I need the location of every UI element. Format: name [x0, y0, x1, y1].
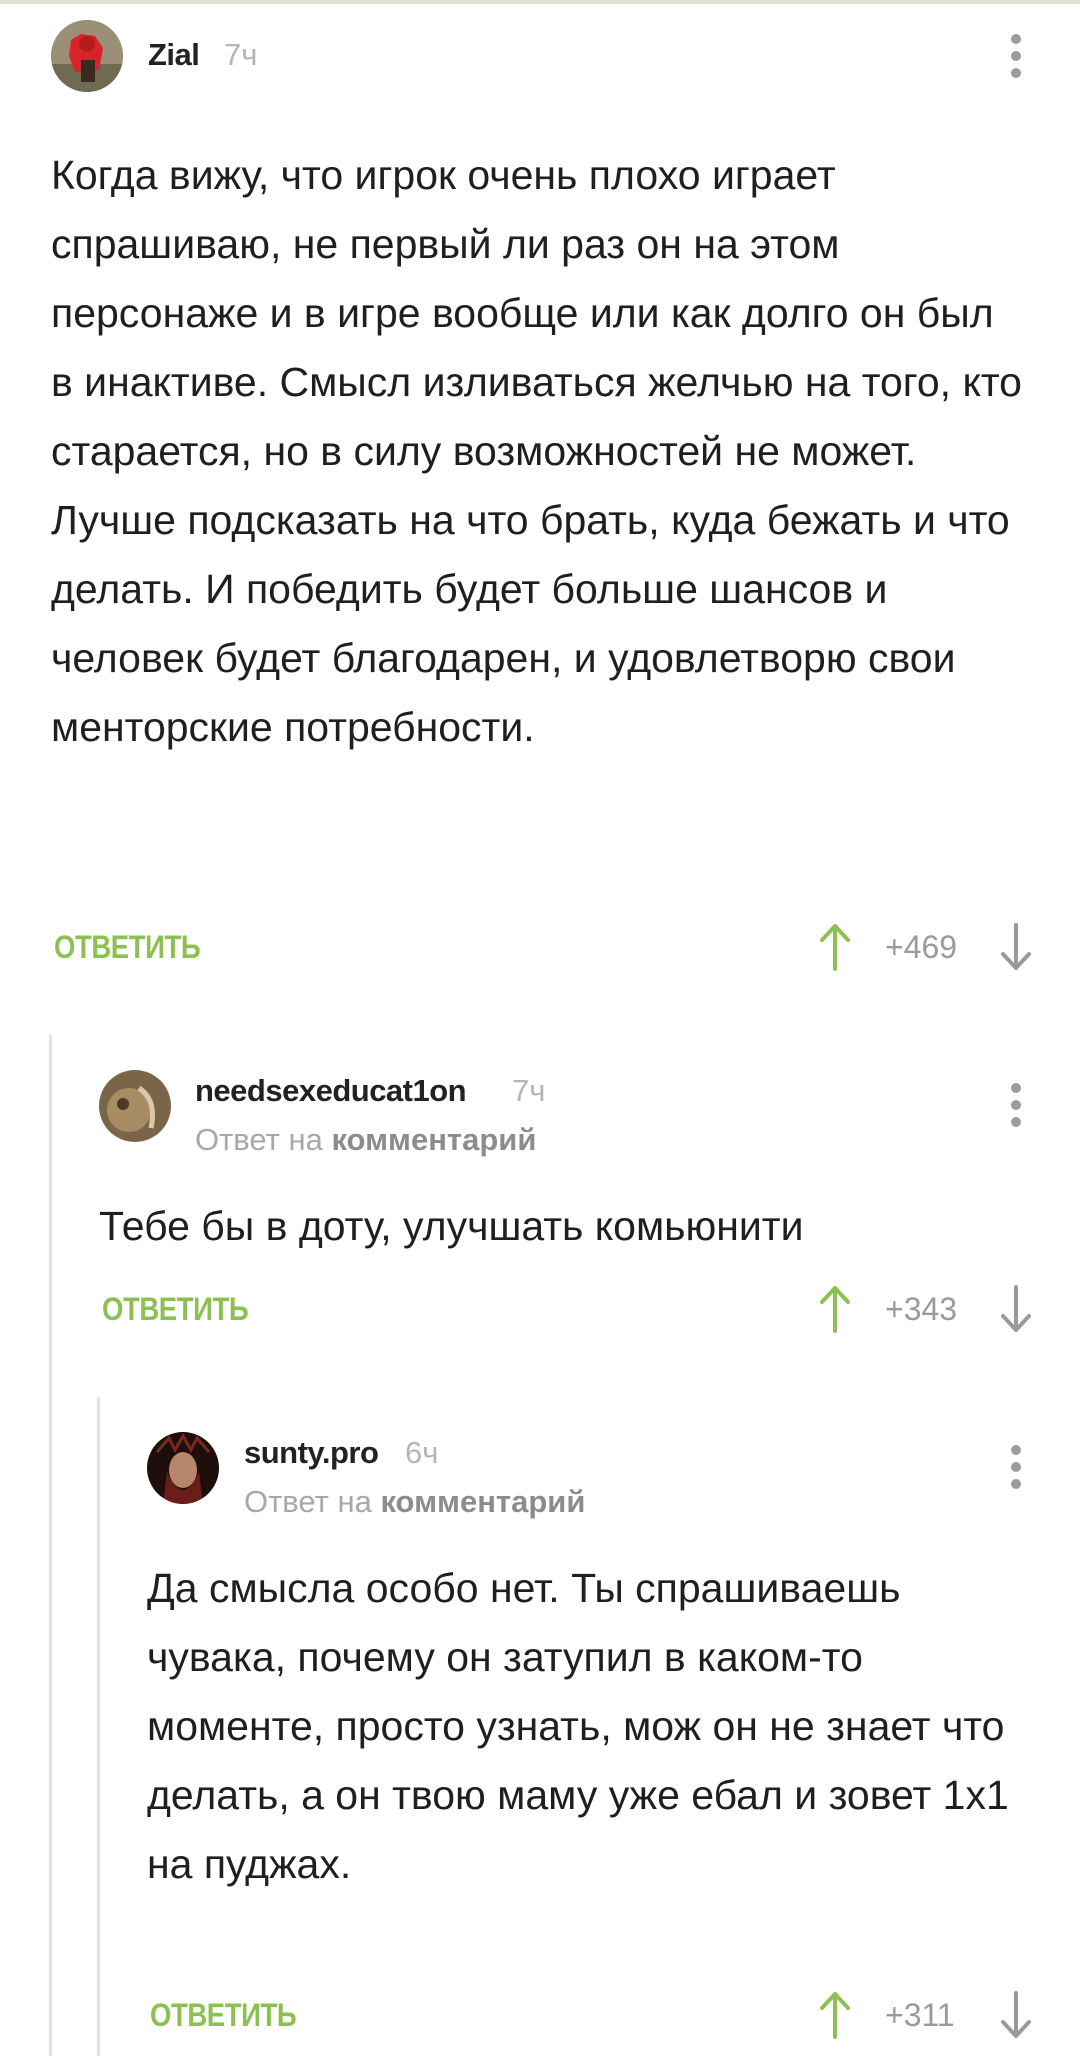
timestamp: 7ч: [224, 37, 258, 72]
kebab-menu-icon[interactable]: [1011, 34, 1023, 85]
username[interactable]: sunty.pro: [244, 1435, 379, 1471]
comment-text: Тебе бы в доту, улучшать комьюнити: [99, 1203, 804, 1249]
thread-line[interactable]: [49, 1035, 52, 2056]
reply-to: Ответ на комментарий: [244, 1484, 585, 1520]
upvote-arrow-icon[interactable]: [818, 923, 852, 971]
avatar[interactable]: [51, 20, 123, 92]
downvote-arrow-icon[interactable]: [999, 1285, 1033, 1333]
reply-button[interactable]: ОТВЕТИТЬ: [54, 929, 201, 966]
rating: +311: [885, 1997, 955, 2033]
reply-to-prefix: Ответ на: [244, 1484, 372, 1519]
reply-to-prefix: Ответ на: [195, 1122, 323, 1157]
reply-to-link[interactable]: комментарий: [331, 1122, 536, 1157]
reply-to: Ответ на комментарий: [195, 1122, 536, 1158]
kebab-menu-icon[interactable]: [1011, 1445, 1023, 1496]
avatar[interactable]: [147, 1432, 219, 1504]
rating: +343: [885, 1291, 958, 1327]
downvote-arrow-icon[interactable]: [999, 1991, 1033, 2039]
avatar[interactable]: [99, 1070, 171, 1142]
username[interactable]: Zial: [148, 37, 200, 73]
reply-button[interactable]: ОТВЕТИТЬ: [102, 1291, 249, 1328]
username[interactable]: needsexeducat1on: [195, 1073, 467, 1109]
upvote-arrow-icon[interactable]: [818, 1991, 852, 2039]
kebab-menu-icon[interactable]: [1011, 1083, 1023, 1134]
upvote-arrow-icon[interactable]: [818, 1285, 852, 1333]
timestamp: 6ч: [405, 1435, 439, 1470]
top-divider: [0, 0, 1080, 4]
reply-to-link[interactable]: комментарий: [380, 1484, 585, 1519]
comment-text: Да смысла особо нет. Ты спрашиваешь чува…: [147, 1565, 1009, 1887]
thread-line[interactable]: [97, 1397, 100, 2056]
timestamp: 7ч: [512, 1073, 546, 1108]
rating: +469: [885, 929, 958, 965]
downvote-arrow-icon[interactable]: [999, 923, 1033, 971]
reply-button[interactable]: ОТВЕТИТЬ: [150, 1997, 297, 2034]
comment-text: Когда вижу, что игрок очень плохо играет…: [51, 152, 1022, 750]
